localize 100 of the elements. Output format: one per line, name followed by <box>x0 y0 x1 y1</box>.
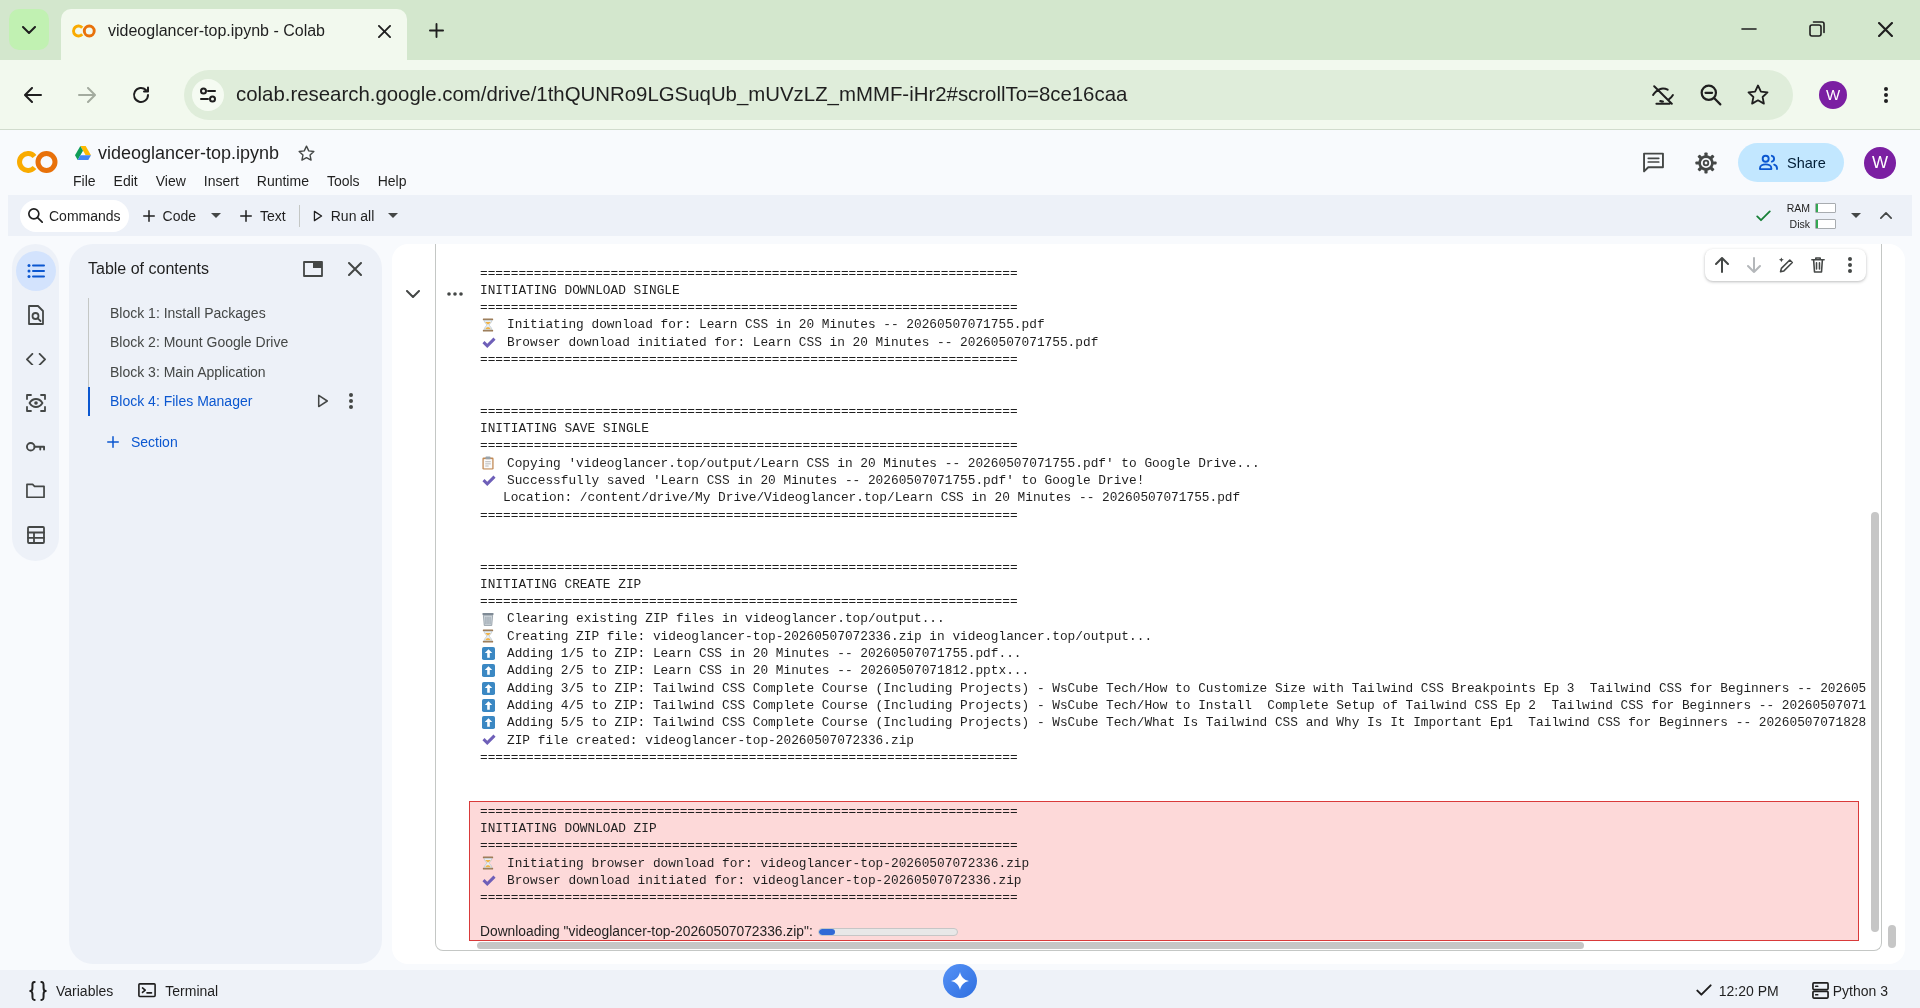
commands-button[interactable]: Commands <box>20 199 129 232</box>
divider-text: ====================================================================== <box>480 748 1018 767</box>
plus-icon[interactable] <box>142 209 155 222</box>
caret-icon[interactable] <box>1851 213 1861 218</box>
more-icon[interactable] <box>1848 257 1852 273</box>
close-icon[interactable] <box>1878 21 1893 37</box>
up-arrow-icon <box>482 664 495 678</box>
toc-item[interactable]: Block 1: Install Packages <box>88 298 362 328</box>
toc-item[interactable]: Block 3: Main Application <box>88 357 362 387</box>
divider-text: ====================================================================== <box>480 437 1018 455</box>
chevron-down-icon[interactable] <box>22 25 36 34</box>
output-line: Adding 2/5 to ZIP: Learn CSS in 20 Minutes -- 20260507071812.pptx... <box>507 662 1030 680</box>
menu-item[interactable]: Runtime <box>256 173 309 189</box>
user-avatar[interactable]: W <box>1864 146 1896 179</box>
toc-item[interactable]: Block 2: Mount Google Drive <box>88 327 362 357</box>
tab-list-button[interactable] <box>9 9 49 50</box>
server-icon[interactable] <box>1811 982 1829 999</box>
people-icon[interactable] <box>1758 154 1779 171</box>
chevron-down-icon[interactable] <box>406 290 420 298</box>
download-label: Downloading "videoglancer-top-20260507072336.zip": <box>480 924 813 940</box>
key-icon[interactable] <box>25 442 46 452</box>
triangle-logo-icon <box>75 146 91 160</box>
menu-item[interactable]: Insert <box>203 173 239 189</box>
execution-status[interactable]: 12:20 PM <box>1695 982 1779 999</box>
sliders-icon[interactable] <box>192 78 224 111</box>
check-icon <box>1755 209 1771 222</box>
menu-item[interactable]: File <box>73 173 96 189</box>
eye-icon[interactable] <box>25 394 46 412</box>
delete-icon[interactable] <box>1811 257 1825 273</box>
close-icon[interactable] <box>348 262 362 276</box>
divider-text: ====================================================================== <box>480 351 1018 369</box>
zoom-out-icon[interactable] <box>1700 83 1722 106</box>
play-icon[interactable] <box>312 209 323 222</box>
eye-off-icon[interactable] <box>1652 83 1674 106</box>
divider-text: ====================================================================== <box>480 802 1018 820</box>
address-bar[interactable]: colab.research.google.com/drive/1thQUNRo9LGSuqUb_mUVzLZ_mMMF-iHr2#scrollTo=8ce16caa <box>184 69 1793 120</box>
menu-item[interactable]: Edit <box>113 173 138 189</box>
comment-icon[interactable] <box>1643 152 1664 173</box>
reload-icon[interactable] <box>132 85 150 104</box>
panel-icon[interactable] <box>303 261 323 277</box>
output-line: Creating ZIP file: videoglancer-top-20260507072336.zip in videoglancer.top/output... <box>507 627 1153 646</box>
chevron-up-icon[interactable] <box>1880 212 1892 219</box>
terminal-icon[interactable] <box>138 983 157 998</box>
code-icon[interactable] <box>25 352 46 366</box>
plus-icon[interactable] <box>429 23 444 38</box>
sparkle-icon[interactable] <box>943 964 977 998</box>
add-code-button[interactable]: Code <box>142 199 197 232</box>
run-all-button[interactable]: Run all <box>312 199 375 232</box>
menu-item[interactable]: Tools <box>326 173 360 189</box>
doc-search-icon[interactable] <box>27 305 44 325</box>
hourglass-icon <box>482 318 494 333</box>
caret-icon[interactable] <box>388 213 399 218</box>
resource-label: Disk <box>1789 217 1810 230</box>
menu-item[interactable]: View <box>155 173 186 189</box>
more-icon[interactable] <box>1884 86 1888 103</box>
menu-item[interactable]: Help <box>377 173 407 189</box>
variables-button[interactable]: Variables <box>29 980 114 1001</box>
check-icon[interactable] <box>1695 984 1712 997</box>
divider-text: ====================================================================== <box>480 402 1018 421</box>
output-line: Adding 5/5 to ZIP: Tailwind CSS Complete Course (Including Projects) - WsCube Tech/What Is Tailwind CSS and Why Is It Important Ep1 Tailwind CSS for Beginners -- 20260507071828 <box>507 714 1867 732</box>
terminal-button[interactable]: Terminal <box>138 982 219 999</box>
page-scrollbar[interactable] <box>1888 925 1896 948</box>
folder-icon[interactable] <box>26 483 45 499</box>
vertical-scrollbar[interactable] <box>1871 512 1879 932</box>
resource-label: RAM <box>1786 201 1810 214</box>
add-text-button[interactable]: Text <box>240 199 286 232</box>
logo-icon[interactable] <box>17 150 58 174</box>
table-icon[interactable] <box>26 526 45 544</box>
restore-icon[interactable] <box>1809 21 1825 37</box>
toc-item[interactable]: Block 4: Files Manager <box>88 386 362 416</box>
ellipsis-icon[interactable] <box>447 292 463 296</box>
braces-icon[interactable] <box>29 980 47 1001</box>
browser-tab[interactable]: videoglancer-top.ipynb - Colab <box>61 9 407 60</box>
divider-text: ====================================================================== <box>480 889 1018 907</box>
notebook-title[interactable]: videoglancer-top.ipynb <box>98 142 280 164</box>
horizontal-scrollbar[interactable] <box>477 942 1584 949</box>
output-line: Adding 4/5 to ZIP: Tailwind CSS Complete Course (Including Projects) - WsCube Tech/How to Install Complete Setup of Tailwind CSS Ep 2 Tailwind CSS for Beginners -- 20260507071 <box>507 696 1867 715</box>
add-section-button[interactable]: Section <box>107 430 178 454</box>
pen-sparkle-icon[interactable] <box>1778 257 1794 273</box>
star-icon[interactable] <box>298 144 316 162</box>
plus-icon[interactable] <box>240 209 253 222</box>
share-button[interactable]: Share <box>1738 143 1844 182</box>
divider-text: ====================================================================== <box>480 558 1018 576</box>
output-line: ZIP file created: videoglancer-top-20260507072336.zip <box>507 731 914 749</box>
close-icon[interactable] <box>378 24 391 38</box>
play-icon[interactable] <box>317 394 329 409</box>
search-icon[interactable] <box>28 208 43 223</box>
caret-icon[interactable] <box>211 213 222 218</box>
profile-avatar[interactable]: W <box>1819 80 1847 109</box>
runtime-button[interactable]: Python 3 <box>1811 982 1888 999</box>
output-line: Browser download initiated for: videoglancer-top-20260507072336.zip <box>507 871 1022 890</box>
up-arrow-icon[interactable] <box>1715 257 1729 273</box>
back-icon[interactable] <box>24 86 42 103</box>
hourglass-icon <box>482 629 494 644</box>
sidebar-tab[interactable] <box>15 251 56 291</box>
settings-icon[interactable] <box>1695 151 1717 174</box>
more-icon[interactable] <box>349 393 353 410</box>
list-icon[interactable] <box>26 264 45 278</box>
star-icon[interactable] <box>1747 83 1769 106</box>
output-line: Adding 3/5 to ZIP: Tailwind CSS Complete Course (Including Projects) - WsCube Tech/How to Customize Size with Tailwind CSS Breakpoints Ep 3 Tailwind CSS for Beginners -- 202605 <box>507 679 1867 697</box>
